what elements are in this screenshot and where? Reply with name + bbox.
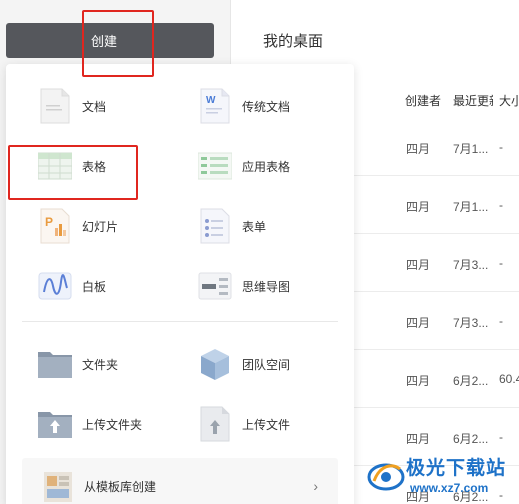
whiteboard-icon <box>38 268 72 304</box>
template-icon <box>44 468 72 504</box>
upload-file-icon <box>198 406 232 442</box>
menu-item-label: 文档 <box>82 99 107 114</box>
word-doc-icon: W <box>198 88 232 124</box>
cell-size: 60.4 <box>499 372 519 386</box>
cell-creator: 四月 <box>406 258 431 272</box>
menu-divider <box>22 321 338 322</box>
cell-size: - <box>499 256 503 270</box>
cell-creator: 四月 <box>406 374 431 388</box>
menu-item-mindmap[interactable]: 思维导图 <box>198 266 290 306</box>
chevron-right-icon: › <box>313 478 318 494</box>
watermark-url: www.xz7.com <box>410 481 489 495</box>
cell-recent: 6月2... <box>453 432 489 446</box>
menu-item-label: 上传文件 <box>242 417 291 432</box>
menu-item-label: 白板 <box>82 279 107 294</box>
watermark-brand: 极光下载站 <box>406 458 507 479</box>
menu-item-upload-file[interactable]: 上传文件 <box>198 404 290 444</box>
cell-creator: 四月 <box>406 142 431 156</box>
cell-creator: 四月 <box>406 316 431 330</box>
watermark: 极光下载站 www.xz7.com <box>366 449 516 504</box>
menu-item-app-sheet[interactable]: 应用表格 <box>197 146 291 186</box>
menu-item-label: 上传文件夹 <box>82 417 143 432</box>
cell-size: - <box>499 198 503 212</box>
menu-item-team-space[interactable]: 团队空间 <box>198 344 290 384</box>
menu-item-label: 表单 <box>242 219 267 234</box>
svg-text:W: W <box>206 95 216 106</box>
menu-item-doc[interactable]: 文档 <box>38 86 106 126</box>
menu-item-whiteboard[interactable]: 白板 <box>38 266 106 306</box>
menu-item-label: 表格 <box>82 159 107 174</box>
menu-item-slides[interactable]: P 幻灯片 <box>38 206 118 246</box>
menu-item-label: 幻灯片 <box>82 219 119 234</box>
app-sheet-icon <box>197 148 233 184</box>
form-icon <box>198 208 232 244</box>
menu-item-label: 应用表格 <box>242 159 291 174</box>
cell-recent: 7月1... <box>453 142 489 156</box>
cell-creator: 四月 <box>406 432 431 446</box>
column-header-creator[interactable]: 创建者 <box>405 92 441 109</box>
menu-item-folder[interactable]: 文件夹 <box>38 344 118 384</box>
cell-recent: 7月1... <box>453 200 489 214</box>
team-space-icon <box>198 346 232 382</box>
menu-item-label: 文件夹 <box>82 357 119 372</box>
menu-item-word-doc[interactable]: W 传统文档 <box>198 86 290 126</box>
watermark-logo-icon <box>367 463 405 491</box>
cell-size: - <box>499 140 503 154</box>
menu-item-label: 团队空间 <box>242 357 291 372</box>
cell-size: - <box>499 430 503 444</box>
menu-item-label: 思维导图 <box>242 279 291 294</box>
template-library-button[interactable]: 从模板库创建 › <box>22 458 338 504</box>
cell-recent: 7月3... <box>453 316 489 330</box>
doc-icon <box>38 88 72 124</box>
svg-text:P: P <box>45 215 53 229</box>
sheet-icon <box>37 148 73 184</box>
column-header-size[interactable]: 大小 <box>499 92 519 109</box>
upload-folder-icon <box>38 406 72 442</box>
cell-recent: 7月3... <box>453 258 489 272</box>
create-button[interactable]: 创建 <box>6 23 214 58</box>
template-label: 从模板库创建 <box>84 479 157 494</box>
page-title: 我的桌面 <box>263 33 324 50</box>
folder-icon <box>38 346 72 382</box>
mindmap-icon <box>198 268 232 304</box>
menu-item-sheet[interactable]: 表格 <box>37 146 107 186</box>
slides-icon: P <box>38 208 72 244</box>
cell-creator: 四月 <box>406 200 431 214</box>
create-menu: 文档 W 传统文档 表格 应用表格 P 幻灯片 表单 白板 思维导图 文件夹 团… <box>6 64 354 504</box>
menu-item-form[interactable]: 表单 <box>198 206 266 246</box>
menu-item-upload-folder[interactable]: 上传文件夹 <box>38 404 142 444</box>
cell-recent: 6月2... <box>453 374 489 388</box>
column-header-recent[interactable]: 最近更新 <box>453 92 493 109</box>
cell-size: - <box>499 314 503 328</box>
menu-item-label: 传统文档 <box>242 99 291 114</box>
